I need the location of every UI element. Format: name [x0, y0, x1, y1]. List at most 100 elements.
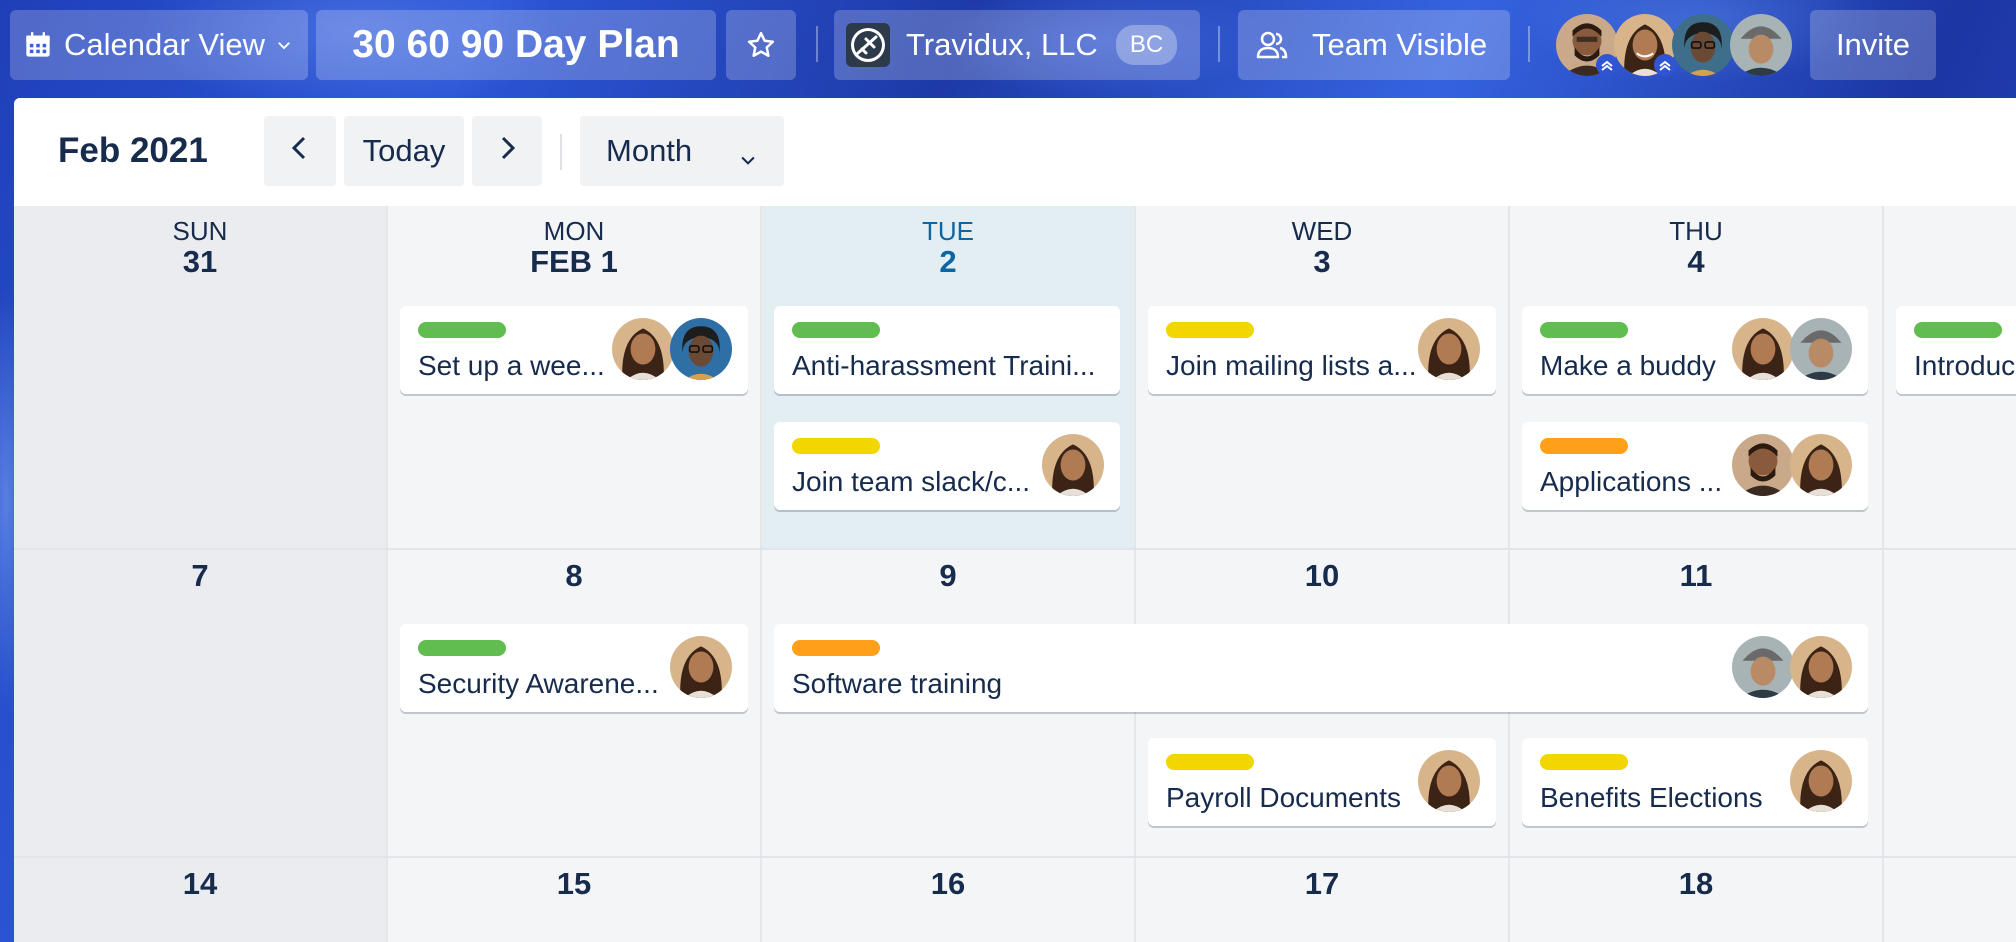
day-header: WED 3	[1291, 216, 1353, 279]
visibility-button[interactable]: Team Visible	[1238, 10, 1510, 80]
member-avatar	[1732, 636, 1794, 698]
view-range-value: Month	[606, 133, 693, 168]
card-title: Software training	[792, 668, 1003, 699]
calendar-toolbar: Feb 2021 Today Month	[14, 98, 2016, 206]
day-header: SUN 31	[172, 216, 228, 279]
card-label-yellow	[1166, 322, 1254, 338]
card-label-green	[792, 322, 880, 338]
view-label: Calendar View	[64, 27, 266, 62]
member-avatar[interactable]	[1672, 14, 1734, 76]
card-title: Make a buddy	[1540, 350, 1716, 381]
day-header: THU 4	[1669, 216, 1723, 279]
card-members	[670, 636, 732, 698]
calendar-grid: SUN 31 MON FEB 1 TUE 2 WED 3 THU 4 7 8 9 10 1…	[14, 206, 2016, 942]
calendar-card-multiday[interactable]: Software training	[774, 624, 1868, 712]
calendar-card[interactable]: Join team slack/c...	[774, 422, 1120, 510]
calendar-icon	[24, 31, 52, 59]
card-label-orange	[792, 640, 880, 656]
workspace-name: Travidux, LLC	[906, 27, 1098, 62]
chevron-down-icon	[275, 36, 293, 54]
day-number: 11	[1679, 558, 1713, 593]
visibility-label: Team Visible	[1312, 27, 1488, 62]
card-title: Security Awarene...	[418, 668, 659, 699]
card-members	[1732, 318, 1852, 380]
people-icon	[1256, 30, 1288, 60]
header-divider	[1528, 26, 1530, 62]
calendar-card[interactable]: Benefits Elections	[1522, 738, 1868, 826]
member-avatar	[1418, 750, 1480, 812]
card-title: Payroll Documents	[1166, 782, 1401, 813]
member-avatar	[1790, 750, 1852, 812]
card-label-yellow	[1166, 754, 1254, 770]
admin-chevron-icon	[1596, 54, 1618, 76]
calendar-card[interactable]: Security Awarene...	[400, 624, 748, 712]
calendar-card[interactable]: Introduc	[1896, 306, 2016, 394]
day-number: 17	[1304, 866, 1340, 901]
card-members	[612, 318, 732, 380]
workspace-badge: BC	[1115, 25, 1178, 65]
card-title: Applications ...	[1540, 466, 1723, 497]
view-switcher-button[interactable]: Calendar View	[10, 10, 308, 80]
card-title: Anti-harassment Traini...	[792, 350, 1096, 381]
card-title: Join mailing lists a...	[1166, 350, 1417, 381]
toolbar-divider	[560, 134, 562, 170]
member-avatar	[1418, 318, 1480, 380]
card-title: Join team slack/c...	[792, 466, 1031, 497]
day-number: 18	[1678, 866, 1714, 901]
member-avatar	[1790, 434, 1852, 496]
chevron-right-icon	[496, 133, 518, 169]
card-members	[1732, 434, 1852, 496]
week-divider	[14, 856, 2016, 858]
calendar-card[interactable]: Join mailing lists a...	[1148, 306, 1496, 394]
card-members	[1042, 434, 1104, 496]
day-number: 9	[939, 558, 957, 593]
calendar-card[interactable]: Make a buddy	[1522, 306, 1868, 394]
admin-chevron-icon	[1654, 54, 1676, 76]
workspace-logo	[846, 23, 890, 67]
member-avatar	[1732, 434, 1794, 496]
star-button[interactable]	[726, 10, 796, 80]
card-label-yellow	[1540, 754, 1628, 770]
calendar-card[interactable]: Anti-harassment Traini...	[774, 306, 1120, 394]
next-month-button[interactable]	[472, 116, 542, 186]
calendar-card[interactable]: Set up a wee...	[400, 306, 748, 394]
workspace-button[interactable]: Travidux, LLC BC	[834, 10, 1200, 80]
card-label-green	[1540, 322, 1628, 338]
header-divider	[816, 26, 818, 62]
board-header: Calendar View 30 60 90 Day Plan Travidux…	[0, 0, 2016, 96]
card-title: Introduc	[1914, 350, 2016, 381]
day-number: 16	[930, 866, 966, 901]
chevron-left-icon	[289, 133, 311, 169]
view-range-select[interactable]: Month	[580, 116, 784, 186]
previous-month-button[interactable]	[264, 116, 336, 186]
card-title: Set up a wee...	[418, 350, 605, 381]
day-number: 7	[191, 558, 209, 593]
member-avatar	[670, 318, 732, 380]
card-label-green	[1914, 322, 2002, 338]
calendar-card[interactable]: Applications ...	[1522, 422, 1868, 510]
header-divider	[1218, 26, 1220, 62]
today-button[interactable]: Today	[344, 116, 464, 186]
card-label-green	[418, 640, 506, 656]
member-avatar	[1790, 636, 1852, 698]
day-number: 14	[182, 866, 218, 901]
invite-button[interactable]: Invite	[1810, 10, 1936, 80]
board-title[interactable]: 30 60 90 Day Plan	[316, 10, 716, 80]
week-divider	[14, 548, 2016, 550]
day-number: 8	[565, 558, 583, 593]
day-number: 10	[1304, 558, 1340, 593]
card-label-yellow	[792, 438, 880, 454]
card-members	[1418, 318, 1480, 380]
calendar-panel: Feb 2021 Today Month SUN 31 MON FEB 1 TU…	[14, 98, 2016, 942]
card-label-green	[418, 322, 506, 338]
member-avatar[interactable]	[1730, 14, 1792, 76]
card-members	[1790, 750, 1852, 812]
day-number: 15	[556, 866, 592, 901]
member-avatar	[1790, 318, 1852, 380]
day-header-today: TUE 2	[922, 216, 974, 279]
card-members	[1418, 750, 1480, 812]
calendar-card[interactable]: Payroll Documents	[1148, 738, 1496, 826]
card-title: Benefits Elections	[1540, 782, 1763, 813]
day-header: MON FEB 1	[530, 216, 618, 279]
member-avatar	[1732, 318, 1794, 380]
